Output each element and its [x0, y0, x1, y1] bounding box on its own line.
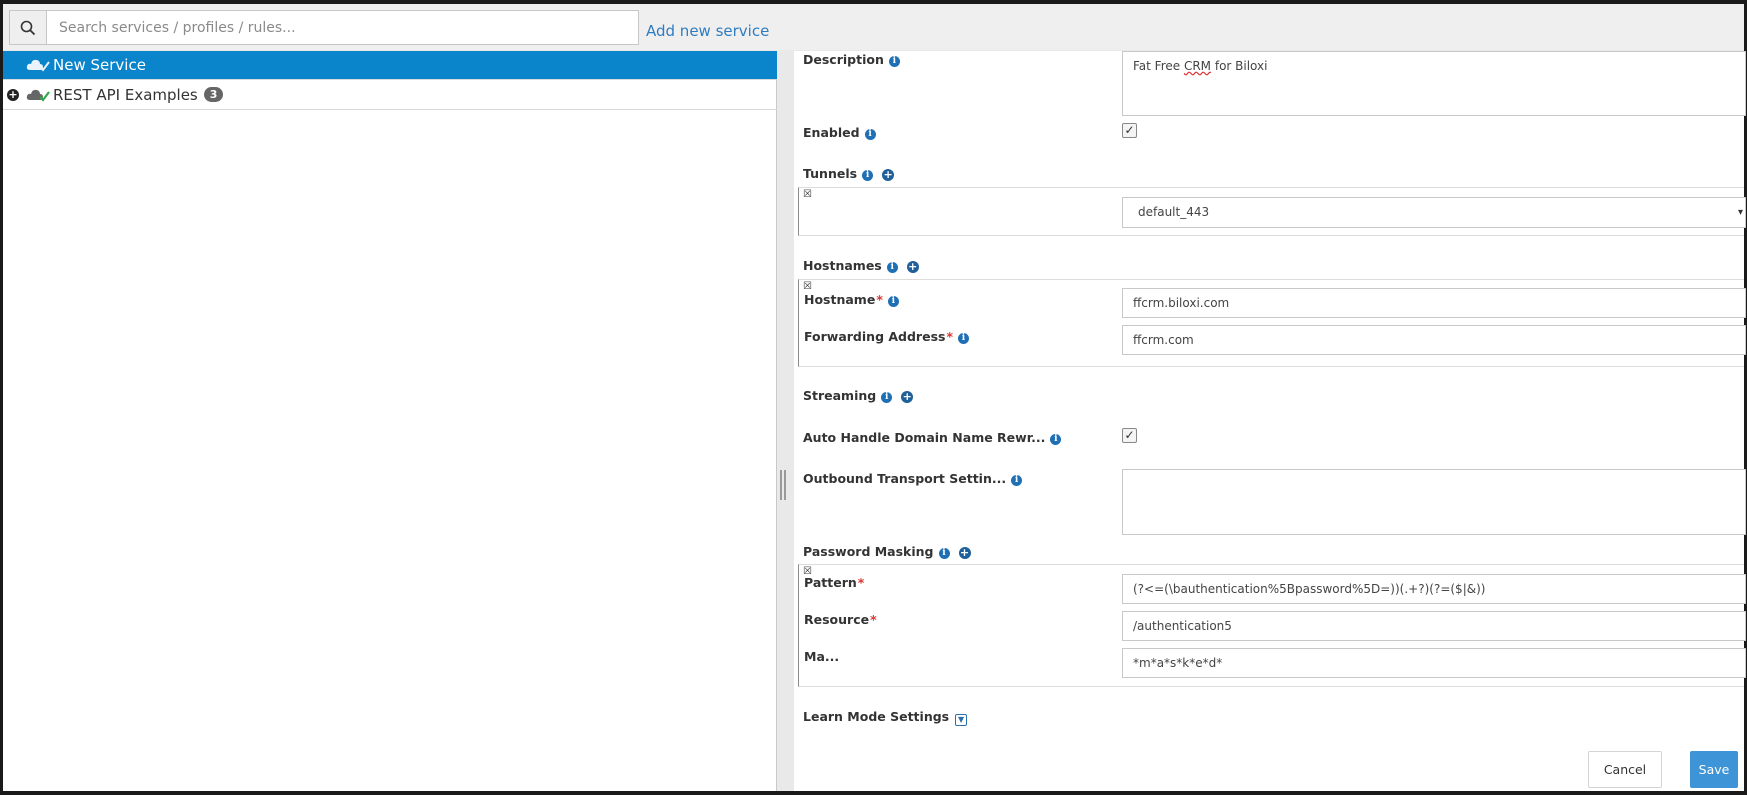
- description-label: Description i: [803, 52, 900, 67]
- remove-tunnel-icon[interactable]: ☒: [803, 190, 812, 200]
- tree-item-rest-api-examples[interactable]: + REST API Examples 3: [3, 81, 777, 110]
- auto-handle-label: Auto Handle Domain Name Rewr... i: [803, 430, 1062, 445]
- save-button[interactable]: Save: [1690, 751, 1738, 788]
- hostname-label: Hostname* i: [804, 292, 899, 307]
- tunnels-label-text: Tunnels: [803, 166, 858, 181]
- expand-toggle-icon[interactable]: ▼: [955, 714, 968, 726]
- info-icon[interactable]: i: [958, 333, 970, 344]
- resource-label-text: Resource: [804, 612, 870, 627]
- info-icon[interactable]: i: [1011, 475, 1023, 486]
- expand-icon[interactable]: +: [7, 89, 19, 101]
- enabled-label-text: Enabled: [803, 125, 860, 140]
- pattern-label: Pattern*: [804, 575, 864, 590]
- add-hostname-icon[interactable]: +: [906, 261, 919, 273]
- service-tree-panel: New Service + REST API Examples 3: [3, 51, 777, 791]
- description-field[interactable]: Fat Free CRM for Biloxi: [1122, 51, 1746, 116]
- top-toolbar: Add new service: [3, 4, 1744, 50]
- cloud-check-icon: [26, 59, 50, 72]
- tunnel-select-value: default_443: [1138, 205, 1210, 219]
- streaming-label-text: Streaming: [803, 388, 877, 403]
- password-masking-label: Password Masking i +: [803, 544, 971, 559]
- pattern-field[interactable]: (?<=(\bauthentication%5Bpassword%5D=))(.…: [1122, 574, 1746, 604]
- search-input[interactable]: [47, 11, 638, 44]
- required-mark: *: [946, 329, 954, 344]
- info-icon[interactable]: i: [864, 129, 876, 140]
- cancel-button[interactable]: Cancel: [1588, 751, 1662, 788]
- count-badge: 3: [203, 87, 224, 102]
- hostname-field[interactable]: ffcrm.biloxi.com: [1122, 288, 1746, 318]
- hostnames-label: Hostnames i +: [803, 258, 919, 273]
- search-button[interactable]: [10, 11, 47, 44]
- forwarding-address-label-text: Forwarding Address: [804, 329, 946, 344]
- add-password-mask-icon[interactable]: +: [958, 547, 971, 559]
- streaming-label: Streaming i +: [803, 388, 914, 403]
- info-icon[interactable]: i: [888, 56, 900, 67]
- remove-hostname-icon[interactable]: ☒: [803, 282, 812, 292]
- forwarding-address-field[interactable]: ffcrm.com: [1122, 325, 1746, 355]
- outbound-transport-field[interactable]: [1122, 469, 1746, 535]
- auto-handle-checkbox[interactable]: ✓: [1122, 428, 1137, 443]
- chevron-down-icon: ▾: [1737, 207, 1743, 218]
- required-mark: *: [870, 612, 877, 627]
- pattern-label-text: Pattern: [804, 575, 857, 590]
- hostnames-label-text: Hostnames: [803, 258, 882, 273]
- outbound-transport-label-text: Outbound Transport Settin...: [803, 471, 1007, 486]
- search-box: [9, 10, 639, 45]
- auto-handle-label-text: Auto Handle Domain Name Rewr...: [803, 430, 1046, 445]
- panel-splitter[interactable]: [780, 470, 786, 500]
- description-text-post: for Biloxi: [1211, 59, 1268, 73]
- tree-item-label: REST API Examples 3: [53, 86, 224, 104]
- resource-field[interactable]: /authentication5: [1122, 611, 1746, 641]
- learn-mode-label-text: Learn Mode Settings: [803, 709, 950, 724]
- tunnel-select[interactable]: default_443 ▾: [1122, 197, 1746, 228]
- required-mark: *: [857, 575, 865, 590]
- tree-item-label: New Service: [53, 56, 146, 74]
- info-icon[interactable]: i: [881, 392, 893, 403]
- mask-field[interactable]: *m*a*s*k*e*d*: [1122, 648, 1746, 678]
- add-tunnel-icon[interactable]: +: [882, 169, 895, 181]
- hostname-label-text: Hostname: [804, 292, 876, 307]
- search-icon: [20, 20, 36, 35]
- password-masking-label-text: Password Masking: [803, 544, 934, 559]
- resource-label: Resource*: [804, 612, 877, 627]
- service-form-panel: Description i Fat Free CRM for Biloxi Ena…: [794, 51, 1746, 791]
- description-label-text: Description: [803, 52, 884, 67]
- tree-item-new-service[interactable]: New Service: [3, 51, 777, 80]
- info-icon[interactable]: i: [862, 170, 874, 181]
- info-icon[interactable]: i: [887, 296, 899, 307]
- add-streaming-icon[interactable]: +: [901, 391, 914, 403]
- learn-mode-label: Learn Mode Settings ▼: [803, 709, 968, 726]
- enabled-label: Enabled i: [803, 125, 876, 140]
- info-icon[interactable]: i: [938, 548, 950, 559]
- info-icon[interactable]: i: [886, 262, 898, 273]
- forwarding-address-label: Forwarding Address* i: [804, 329, 970, 344]
- description-text-misspelled: CRM: [1183, 59, 1212, 73]
- add-new-service-link[interactable]: Add new service: [646, 22, 769, 40]
- description-text-pre: Fat Free: [1133, 59, 1184, 73]
- required-mark: *: [876, 292, 883, 307]
- cloud-check-icon: [26, 89, 50, 102]
- tunnels-label: Tunnels i +: [803, 166, 895, 181]
- tree-item-text: REST API Examples: [53, 86, 198, 104]
- outbound-transport-label: Outbound Transport Settin... i: [803, 471, 1023, 486]
- enabled-checkbox[interactable]: ✓: [1122, 123, 1137, 138]
- mask-label: Ma...: [804, 649, 840, 664]
- info-icon[interactable]: i: [1050, 434, 1062, 445]
